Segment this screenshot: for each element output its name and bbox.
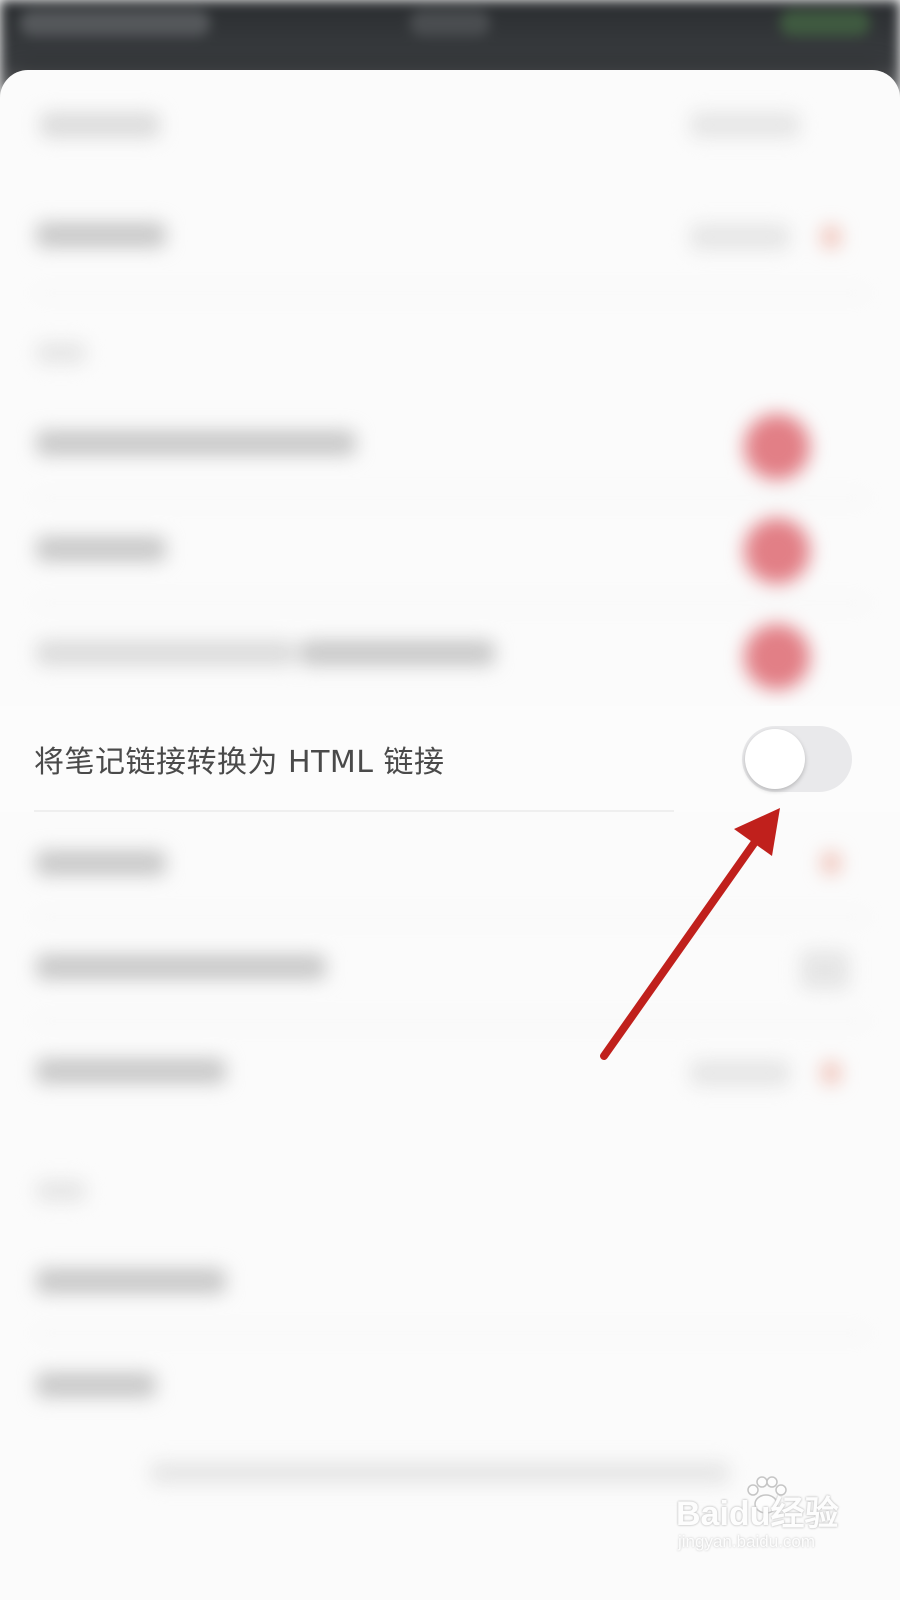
status-center-blur	[410, 10, 490, 36]
settings-sheet	[0, 70, 900, 1600]
setting-label: 将笔记链接转换为 HTML 链接	[34, 745, 445, 780]
status-time-blur	[20, 10, 210, 36]
baidu-watermark: Baidu经验 jingyan.baidu.com	[676, 1474, 866, 1564]
toggle-knob	[745, 729, 805, 789]
html-link-toggle[interactable]	[742, 726, 852, 792]
battery-icon	[780, 10, 870, 36]
divider	[34, 810, 674, 812]
watermark-brand: Baidu经验	[676, 1495, 839, 1533]
watermark-site: jingyan.baidu.com	[678, 1532, 816, 1551]
